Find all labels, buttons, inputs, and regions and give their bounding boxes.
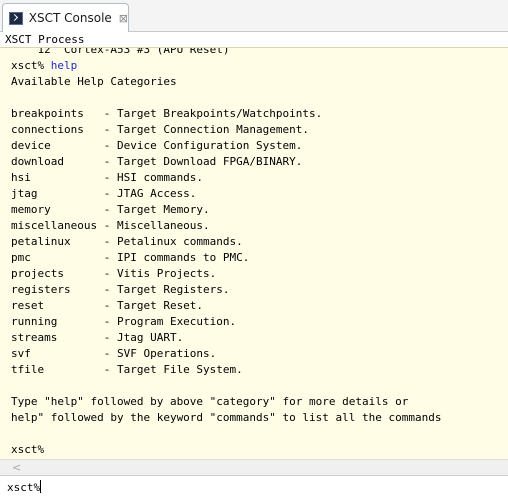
view-tab-bar: XSCT Console ⊠	[0, 0, 508, 32]
console-line: help" followed by the keyword "commands"…	[11, 411, 442, 424]
console-line: xsct%	[11, 443, 45, 456]
console-line: xsct% help	[11, 58, 441, 74]
console-icon	[9, 11, 23, 25]
console-line: download - Target Download FPGA/BINARY.	[11, 155, 303, 168]
console-line: hsi - HSI commands.	[11, 171, 204, 184]
console-prompt: xsct%	[11, 59, 51, 72]
console-line: Type "help" followed by above "category"…	[11, 395, 409, 408]
console-line: jtag - JTAG Access.	[11, 187, 197, 200]
tab-xsct-console[interactable]: XSCT Console ⊠	[2, 3, 129, 32]
console-command: help	[50, 59, 78, 72]
text-caret	[40, 480, 42, 493]
xsct-console-window: XSCT Console ⊠ XSCT Process 12 Cortex-A5…	[0, 0, 508, 502]
console-line: registers - Target Registers.	[11, 283, 230, 296]
console-line: pmc - IPI commands to PMC.	[11, 251, 250, 264]
console-line: petalinux - Petalinux commands.	[11, 235, 243, 248]
console-output[interactable]: 12 Cortex-A53 #3 (APU Reset) xsct% help Av…	[0, 47, 508, 459]
process-label: XSCT Process	[5, 33, 85, 46]
console-line: miscellaneous - Miscellaneous.	[11, 219, 210, 232]
close-icon[interactable]: ⊠	[119, 13, 128, 24]
horizontal-scrollbar[interactable]: <	[0, 459, 508, 475]
console-line: projects - Vitis Projects.	[11, 267, 217, 280]
console-line: memory - Target Memory.	[11, 203, 210, 216]
scroll-left-arrow-icon[interactable]: <	[12, 460, 21, 475]
console-line: streams - Jtag UART.	[11, 331, 184, 344]
input-prompt: xsct%	[7, 481, 41, 494]
console-line: device - Device Configuration System.	[11, 139, 303, 152]
console-line: tfile - Target File System.	[11, 363, 243, 376]
console-line: breakpoints - Target Breakpoints/Watchpo…	[11, 107, 323, 120]
console-line: Available Help Categories	[11, 75, 177, 88]
console-line: reset - Target Reset.	[11, 299, 204, 312]
console-input-row[interactable]: xsct%	[0, 475, 508, 502]
console-line: connections - Target Connection Manageme…	[11, 123, 310, 136]
tab-label: XSCT Console	[28, 11, 112, 25]
console-output-text: 12 Cortex-A53 #3 (APU Reset) xsct% help Av…	[11, 47, 442, 458]
console-line: 12 Cortex-A53 #3 (APU Reset)	[11, 47, 230, 56]
console-input-field[interactable]: xsct%	[7, 480, 42, 496]
console-line: running - Program Execution.	[11, 315, 237, 328]
console-line: svf - SVF Operations.	[11, 347, 217, 360]
